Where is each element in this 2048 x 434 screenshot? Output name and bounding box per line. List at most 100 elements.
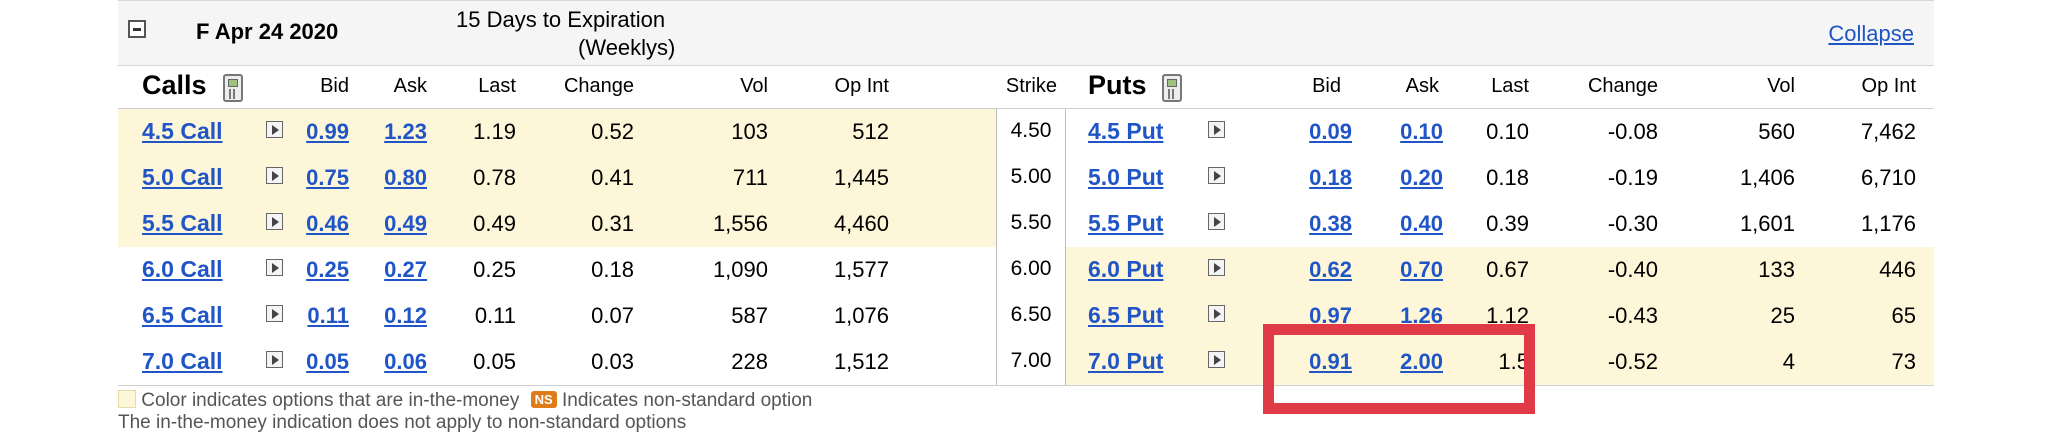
call-play-icon[interactable] bbox=[266, 305, 283, 322]
call-bid-cell[interactable]: 0.75 bbox=[306, 165, 349, 191]
call-play-icon[interactable] bbox=[266, 351, 283, 368]
puts-bid-header: Bid bbox=[1312, 75, 1341, 97]
strike-price-cell: 5.00 bbox=[1010, 165, 1052, 188]
put-option-link[interactable]: 5.5 Put bbox=[1088, 210, 1163, 237]
collapse-link[interactable]: Collapse bbox=[1828, 21, 1914, 47]
call-play-icon[interactable] bbox=[266, 121, 283, 138]
put-ask-cell[interactable]: 0.20 bbox=[1400, 165, 1443, 191]
call-bid-cell[interactable]: 0.11 bbox=[307, 303, 349, 329]
put-last-cell: 0.39 bbox=[1486, 211, 1529, 236]
put-play-icon[interactable] bbox=[1208, 167, 1225, 184]
put-ask-cell[interactable]: 0.10 bbox=[1400, 119, 1443, 145]
calls-last-header: Last bbox=[478, 75, 516, 97]
calls-bid-header: Bid bbox=[320, 75, 349, 97]
put-last-cell: 0.10 bbox=[1486, 119, 1529, 144]
put-bid-cell[interactable]: 0.18 bbox=[1309, 165, 1352, 191]
put-vol-cell: 560 bbox=[1758, 119, 1795, 144]
call-option-link[interactable]: 6.5 Call bbox=[142, 302, 223, 329]
put-option-link[interactable]: 4.5 Put bbox=[1088, 118, 1163, 145]
put-ask-cell[interactable]: 0.40 bbox=[1400, 211, 1443, 237]
call-vol-cell: 1,090 bbox=[712, 257, 768, 282]
call-opint-cell: 1,577 bbox=[833, 257, 889, 282]
put-change-cell: -0.43 bbox=[1607, 303, 1658, 328]
puts-calculator-icon[interactable] bbox=[1162, 74, 1182, 102]
table-bottom-divider bbox=[118, 385, 1934, 386]
put-play-icon[interactable] bbox=[1208, 121, 1225, 138]
call-ask-cell[interactable]: 1.23 bbox=[384, 119, 427, 145]
puts-ask-header: Ask bbox=[1405, 75, 1439, 97]
call-bid-cell[interactable]: 0.05 bbox=[306, 349, 349, 375]
put-change-cell: -0.19 bbox=[1607, 165, 1658, 190]
put-opint-cell: 446 bbox=[1879, 257, 1916, 282]
call-change-cell: 0.07 bbox=[591, 303, 634, 328]
call-bid-cell[interactable]: 0.46 bbox=[306, 211, 349, 237]
call-opint-cell: 4,460 bbox=[833, 211, 889, 236]
put-play-icon[interactable] bbox=[1208, 305, 1225, 322]
call-option-link[interactable]: 5.0 Call bbox=[142, 164, 223, 191]
put-vol-cell: 25 bbox=[1770, 303, 1795, 328]
call-last-cell: 0.11 bbox=[474, 303, 516, 328]
calls-opint-header: Op Int bbox=[834, 75, 889, 97]
call-ask-cell[interactable]: 0.27 bbox=[384, 257, 427, 283]
call-option-link[interactable]: 6.0 Call bbox=[142, 256, 223, 283]
non-standard-badge: NS bbox=[530, 391, 557, 408]
put-option-link[interactable]: 5.0 Put bbox=[1088, 164, 1163, 191]
column-header-row: Calls Bid Ask Last Change Vol Op Int Str… bbox=[118, 66, 1934, 109]
call-option-link[interactable]: 5.5 Call bbox=[142, 210, 223, 237]
strike-price-cell: 4.50 bbox=[1010, 119, 1052, 142]
call-change-cell: 0.31 bbox=[591, 211, 634, 236]
call-opint-cell: 512 bbox=[852, 119, 889, 144]
legend-ns-text: Indicates non-standard option bbox=[562, 390, 813, 411]
call-ask-cell[interactable]: 0.06 bbox=[384, 349, 427, 375]
put-ask-cell[interactable]: 0.70 bbox=[1400, 257, 1443, 283]
call-last-cell: 0.78 bbox=[473, 165, 516, 190]
call-bid-cell[interactable]: 0.25 bbox=[306, 257, 349, 283]
call-last-cell: 0.25 bbox=[473, 257, 516, 282]
call-opint-cell: 1,076 bbox=[833, 303, 889, 328]
call-opint-cell: 1,512 bbox=[833, 349, 889, 374]
option-chain-table: F Apr 24 2020 15 Days to Expiration (Wee… bbox=[118, 0, 1934, 433]
call-vol-cell: 711 bbox=[732, 165, 768, 190]
put-bid-cell[interactable]: 0.09 bbox=[1309, 119, 1352, 145]
call-vol-cell: 1,556 bbox=[712, 211, 768, 236]
put-vol-cell: 133 bbox=[1758, 257, 1795, 282]
call-play-icon[interactable] bbox=[266, 259, 283, 276]
put-opint-cell: 6,710 bbox=[1860, 165, 1916, 190]
put-opint-cell: 65 bbox=[1891, 303, 1916, 328]
collapse-toggle-icon[interactable] bbox=[128, 20, 146, 38]
expiration-date: F Apr 24 2020 bbox=[196, 19, 339, 44]
put-bid-cell[interactable]: 0.62 bbox=[1309, 257, 1352, 283]
call-last-cell: 0.49 bbox=[473, 211, 516, 236]
call-option-link[interactable]: 7.0 Call bbox=[142, 348, 223, 375]
put-last-cell: 0.67 bbox=[1486, 257, 1529, 282]
call-change-cell: 0.41 bbox=[591, 165, 634, 190]
call-vol-cell: 587 bbox=[731, 303, 768, 328]
put-play-icon[interactable] bbox=[1208, 351, 1225, 368]
days-to-expiration: 15 Days to Expiration bbox=[456, 7, 666, 32]
calls-calculator-icon[interactable] bbox=[223, 74, 243, 102]
put-opint-cell: 73 bbox=[1891, 349, 1916, 374]
put-bid-cell[interactable]: 0.38 bbox=[1309, 211, 1352, 237]
call-play-icon[interactable] bbox=[266, 167, 283, 184]
put-vol-cell: 1,601 bbox=[1739, 211, 1795, 236]
put-play-icon[interactable] bbox=[1208, 259, 1225, 276]
call-option-link[interactable]: 4.5 Call bbox=[142, 118, 223, 145]
call-ask-cell[interactable]: 0.49 bbox=[384, 211, 427, 237]
call-change-cell: 0.18 bbox=[591, 257, 634, 282]
put-option-link[interactable]: 6.5 Put bbox=[1088, 302, 1163, 329]
calls-vol-header: Vol bbox=[740, 75, 768, 97]
call-vol-cell: 228 bbox=[731, 349, 768, 374]
call-ask-cell[interactable]: 0.80 bbox=[384, 165, 427, 191]
put-change-cell: -0.08 bbox=[1607, 119, 1658, 144]
expiration-header-bar: F Apr 24 2020 15 Days to Expiration (Wee… bbox=[118, 0, 1934, 66]
call-change-cell: 0.03 bbox=[591, 349, 634, 374]
put-play-icon[interactable] bbox=[1208, 213, 1225, 230]
strike-price-cell: 6.50 bbox=[1010, 303, 1052, 326]
put-option-link[interactable]: 6.0 Put bbox=[1088, 256, 1163, 283]
call-play-icon[interactable] bbox=[266, 213, 283, 230]
call-bid-cell[interactable]: 0.99 bbox=[306, 119, 349, 145]
call-vol-cell: 103 bbox=[731, 119, 768, 144]
puts-change-header: Change bbox=[1587, 75, 1658, 97]
put-option-link[interactable]: 7.0 Put bbox=[1088, 348, 1163, 375]
call-ask-cell[interactable]: 0.12 bbox=[384, 303, 427, 329]
